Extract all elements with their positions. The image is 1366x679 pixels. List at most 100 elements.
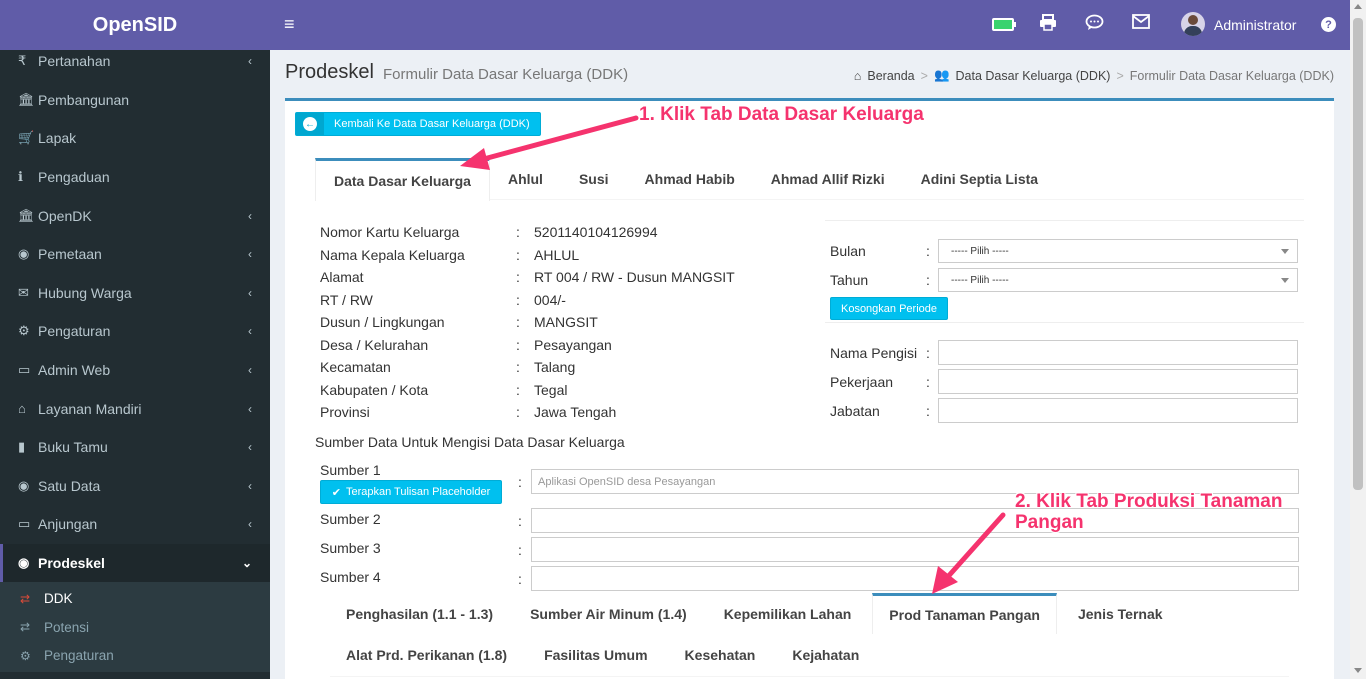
- bulan-select[interactable]: ----- Pilih -----: [938, 239, 1298, 263]
- battery-icon[interactable]: [992, 18, 1016, 31]
- colon: :: [926, 243, 930, 259]
- sidebar-item-admin-web[interactable]: ▭ Admin Web ‹: [0, 351, 270, 390]
- sidebar-subitem-ddk[interactable]: ⇄ DDK: [0, 584, 270, 613]
- colon: :: [926, 344, 930, 361]
- colon: :: [516, 359, 520, 376]
- user-name[interactable]: Administrator: [1214, 17, 1296, 33]
- scroll-down-icon[interactable]: [1354, 668, 1362, 673]
- sidebar-item-opendk[interactable]: 🏛 OpenDK ‹: [0, 196, 270, 235]
- sidebar-item-anjungan[interactable]: ▭ Anjungan ‹: [0, 505, 270, 544]
- family-tabs: Data Dasar Keluarga Ahlul Susi Ahmad Hab…: [315, 158, 1304, 201]
- back-to-ddk-button[interactable]: ← Kembali Ke Data Dasar Keluarga (DDK): [295, 112, 541, 136]
- sumber-1-label: Sumber 1: [320, 462, 381, 478]
- tab-kepemilikan-lahan[interactable]: Kepemilikan Lahan: [708, 593, 868, 634]
- sidebar-item-hubung-warga[interactable]: ✉ Hubung Warga ‹: [0, 274, 270, 313]
- sumber-4-input[interactable]: [531, 566, 1299, 591]
- bulan-row: Bulan : ----- Pilih -----: [830, 239, 1298, 263]
- users-icon: 👥: [933, 68, 950, 82]
- sidebar-item-pembangunan[interactable]: 🏛 Pembangunan: [0, 81, 270, 120]
- colon: :: [516, 381, 520, 398]
- globe-icon: ◉: [18, 246, 30, 262]
- tab-ahmad-allif-rizki[interactable]: Ahmad Allif Rizki: [753, 158, 903, 200]
- sidebar-item-label: Pemetaan: [38, 246, 102, 263]
- info-label: Nomor Kartu Keluarga: [320, 224, 460, 241]
- chevron-left-icon: ‹: [248, 247, 252, 262]
- info-row: Desa / Kelurahan: Pesayangan: [320, 334, 735, 357]
- tab-sumber-air-minum[interactable]: Sumber Air Minum (1.4): [514, 593, 703, 634]
- page-title: Prodeskel: [285, 61, 374, 83]
- flag-icon: ₹: [18, 53, 27, 69]
- nama-pengisi-input[interactable]: [938, 340, 1298, 365]
- chevron-left-icon: ‹: [248, 324, 252, 339]
- vertical-scrollbar[interactable]: [1350, 0, 1366, 679]
- cart-icon: 🛒: [18, 130, 35, 146]
- terapkan-label: Terapkan Tulisan Placeholder: [345, 486, 491, 498]
- sidebar-item-buku-tamu[interactable]: ▮ Buku Tamu ‹: [0, 428, 270, 467]
- scrollbar-thumb[interactable]: [1353, 18, 1363, 490]
- sidebar-item-lapak[interactable]: 🛒 Lapak: [0, 119, 270, 158]
- kosongkan-periode-button[interactable]: Kosongkan Periode: [830, 297, 948, 320]
- sidebar-item-pemetaan[interactable]: ◉ Pemetaan ‹: [0, 235, 270, 274]
- tahun-select[interactable]: ----- Pilih -----: [938, 268, 1298, 292]
- sidebar-subitem-pengaturan[interactable]: ⚙ Pengaturan: [0, 642, 270, 671]
- info-value: Tegal: [534, 381, 568, 398]
- tab-kejahatan[interactable]: Kejahatan: [776, 634, 875, 675]
- home-icon: ⌂: [853, 68, 862, 83]
- breadcrumb-separator: >: [1116, 68, 1124, 83]
- help-icon[interactable]: ?: [1321, 17, 1336, 32]
- sidebar-item-label: Pertanahan: [38, 53, 111, 70]
- chevron-left-icon: ‹: [248, 363, 252, 378]
- tab-ahlul[interactable]: Ahlul: [490, 158, 561, 200]
- sidebar-item-satu-data[interactable]: ◉ Satu Data ‹: [0, 467, 270, 506]
- gear-icon: ⚙: [20, 648, 31, 663]
- info-label: Kabupaten / Kota: [320, 381, 429, 398]
- sumber-2-label: Sumber 2: [320, 511, 381, 527]
- tab-ahmad-habib[interactable]: Ahmad Habib: [627, 158, 753, 200]
- pekerjaan-input[interactable]: [938, 369, 1298, 394]
- sidebar-menu: ₹ Pertanahan ‹ 🏛 Pembangunan 🛒 Lapak ℹ Pengad…: [0, 42, 270, 583]
- check-icon: ✔: [331, 486, 341, 499]
- sumber-3-input[interactable]: [531, 537, 1299, 562]
- pekerjaan-row: Pekerjaan :: [830, 369, 1298, 394]
- sidebar-item-layanan-mandiri[interactable]: ⌂ Layanan Mandiri ‹: [0, 389, 270, 428]
- tab-adini-septia-lista[interactable]: Adini Septia Lista: [903, 158, 1056, 200]
- tab-data-dasar-keluarga[interactable]: Data Dasar Keluarga: [315, 158, 490, 201]
- tab-alat-prd-perikanan[interactable]: Alat Prd. Perikanan (1.8): [330, 634, 523, 675]
- sidebar-item-label: Anjungan: [38, 516, 98, 533]
- breadcrumb-item-ddk[interactable]: Data Dasar Keluarga (DDK): [956, 69, 1111, 83]
- sidebar-item-prodeskel[interactable]: ◉ Prodeskel ⌄: [0, 543, 270, 583]
- jabatan-input[interactable]: [938, 398, 1298, 423]
- bulan-label: Bulan: [830, 243, 866, 259]
- envelope-icon[interactable]: [1132, 14, 1150, 34]
- sidebar-item-pengaturan[interactable]: ⚙ Pengaturan ‹: [0, 312, 270, 351]
- tab-kesehatan[interactable]: Kesehatan: [669, 634, 772, 675]
- tab-fasilitas-umum[interactable]: Fasilitas Umum: [528, 634, 663, 675]
- family-info-table: Nomor Kartu Keluarga:5201140104126994 Na…: [320, 221, 735, 424]
- tab-jenis-ternak[interactable]: Jenis Ternak: [1062, 593, 1179, 634]
- sumber-3-label: Sumber 3: [320, 540, 381, 556]
- terapkan-placeholder-button[interactable]: ✔ Terapkan Tulisan Placeholder: [320, 480, 502, 504]
- print-icon[interactable]: [1039, 14, 1057, 36]
- breadcrumb-item-beranda[interactable]: Beranda: [867, 69, 914, 83]
- chat-icon[interactable]: [1085, 14, 1104, 36]
- sidebar-item-pengaduan[interactable]: ℹ Pengaduan: [0, 158, 270, 197]
- info-row: Nomor Kartu Keluarga:5201140104126994: [320, 221, 735, 244]
- colon: :: [926, 272, 930, 288]
- avatar[interactable]: [1181, 12, 1205, 36]
- sidebar-item-pertanahan[interactable]: ₹ Pertanahan ‹: [0, 42, 270, 81]
- hamburger-menu-icon[interactable]: ≡: [284, 14, 295, 35]
- tab-susi[interactable]: Susi: [561, 158, 627, 200]
- scroll-up-icon[interactable]: [1354, 4, 1362, 9]
- info-row: Alamat: RT 004 / RW - Dusun MANGSIT: [320, 266, 735, 289]
- sidebar-subitem-potensi[interactable]: ⇄ Potensi: [0, 613, 270, 642]
- colon: :: [518, 571, 522, 587]
- sidebar-item-label: Lapak: [38, 130, 77, 147]
- info-label: Nama Kepala Keluarga: [320, 246, 465, 263]
- tab-penghasilan[interactable]: Penghasilan (1.1 - 1.3): [330, 593, 509, 634]
- colon: :: [518, 542, 522, 558]
- info-value: AHLUL: [534, 246, 580, 263]
- chevron-left-icon: ‹: [248, 440, 252, 455]
- tab-prod-tanaman-pangan[interactable]: Prod Tanaman Pangan: [872, 593, 1057, 634]
- category-tabs: Penghasilan (1.1 - 1.3) Sumber Air Minum…: [330, 593, 1289, 677]
- envelope-icon: ✉: [18, 284, 29, 300]
